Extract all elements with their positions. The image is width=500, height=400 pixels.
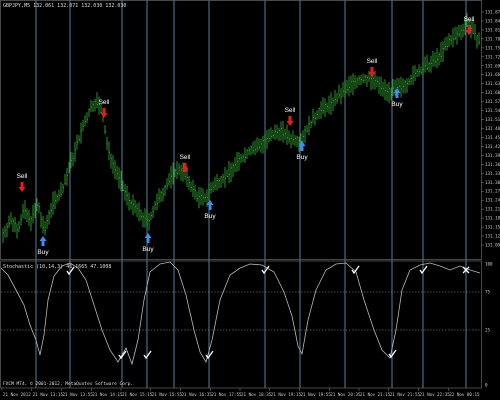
price-label: 131.330 — [485, 171, 500, 176]
price-label: 131.570 — [485, 99, 500, 104]
price-label: 131.840 — [485, 18, 500, 23]
buy-arrow-icon — [39, 236, 47, 246]
buy-label: Buy — [204, 213, 216, 220]
time-label: 22 Nov 00:15 — [449, 392, 480, 397]
sell-arrow-icon — [286, 116, 294, 126]
buy-arrow-icon — [298, 141, 306, 151]
time-label: 21 Nov 14:15 — [92, 392, 123, 397]
check-icon — [419, 265, 428, 275]
time-label: 21 Nov 15:15 — [122, 392, 153, 397]
signal-arrows: Sell Buy Sell Buy Sell Buy Sell Buy Sell Buy Sell — [17, 16, 475, 256]
time-label: 21 Nov 13:55 — [63, 392, 94, 397]
price-label: 131.660 — [485, 72, 500, 77]
price-label: 131.420 — [485, 144, 500, 149]
time-label: 21 Nov 22:35 — [420, 392, 451, 397]
price-label: 131.270 — [485, 189, 500, 194]
price-label: 131.510 — [485, 117, 500, 122]
price-label: 131.600 — [485, 90, 500, 95]
indicator-level-lines — [1, 291, 481, 331]
price-label: 131.450 — [485, 135, 500, 140]
price-label: 131.540 — [485, 108, 500, 113]
sell-arrow-icon — [18, 182, 26, 192]
sell-arrow-icon — [100, 108, 108, 118]
buy-arrow-icon — [393, 88, 401, 98]
trading-chart[interactable]: Sell Buy Sell Buy Sell Buy Sell Buy Sell BuySell … — [0, 0, 500, 400]
buy-arrow-icon — [144, 233, 152, 243]
stochastic-line — [0, 261, 481, 366]
time-label: 21 Nov 20:35 — [330, 392, 361, 397]
main-panel-frame — [0, 0, 482, 260]
indicator-header: Stochastic (10,14,3) 46.1665 47.1008 — [3, 264, 111, 270]
price-label: 131.090 — [485, 243, 500, 248]
price-label: 131.810 — [485, 27, 500, 32]
time-label: 21 Nov 2012 — [3, 392, 31, 397]
buy-arrow-icon — [206, 200, 214, 210]
price-label: 131.750 — [485, 45, 500, 50]
stochastic-level-label: 75 — [485, 290, 491, 295]
check-icon — [388, 349, 397, 359]
buy-label: Buy — [142, 246, 154, 253]
price-label: 131.240 — [485, 198, 500, 203]
price-label: 131.630 — [485, 81, 500, 86]
sell-label: Sell — [99, 99, 110, 106]
sell-label: Sell — [464, 16, 475, 23]
indicator-panel-frame — [0, 260, 482, 389]
stochastic-indicator — [0, 261, 481, 366]
sell-arrow-icon — [368, 67, 376, 77]
platform-footer: FXCM MT4, © 2001-2012, MetaQuotes Softwa… — [3, 381, 133, 387]
time-label: 21 Nov 15:55 — [152, 392, 183, 397]
buy-label: Buy — [391, 101, 403, 108]
sell-label: Sell — [285, 107, 296, 114]
main-chart-header: GBPJPY,M5 132.061 132.071 132.030 132.03… — [3, 3, 126, 9]
sell-label: Sell — [17, 173, 28, 180]
stochastic-level-label: 25 — [485, 328, 491, 333]
price-label: 131.480 — [485, 126, 500, 131]
price-label: 131.120 — [485, 234, 500, 239]
time-label: 21 Nov 17:55 — [211, 392, 242, 397]
stochastic-markers — [66, 265, 470, 360]
sell-arrow-icon — [181, 163, 189, 173]
price-label: 131.390 — [485, 153, 500, 158]
sell-label: Sell — [180, 154, 191, 161]
price-label: 131.690 — [485, 63, 500, 68]
buy-label: Buy — [296, 154, 308, 161]
sell-arrow-icon — [465, 25, 473, 35]
check-icon — [143, 350, 152, 360]
price-bars — [2, 12, 480, 244]
stochastic-level-label: 100 — [485, 262, 493, 267]
time-label: 21 Nov 16:35 — [182, 392, 213, 397]
buy-label: Buy — [37, 249, 49, 256]
price-label: 131.180 — [485, 216, 500, 221]
time-label: 21 Nov 19:55 — [301, 392, 332, 397]
price-label: 131.720 — [485, 54, 500, 59]
price-label: 131.870 — [485, 10, 500, 15]
price-label: 131.150 — [485, 225, 500, 230]
time-label: 21 Nov 18:35 — [241, 392, 272, 397]
price-label: 131.300 — [485, 180, 500, 185]
check-icon — [205, 350, 214, 360]
time-label: 21 Nov 21:55 — [390, 392, 421, 397]
stochastic-level-label: 0 — [485, 383, 488, 388]
price-label: 131.210 — [485, 207, 500, 212]
price-label: 131.780 — [485, 36, 500, 41]
time-label: 21 Nov 13:15 — [33, 392, 64, 397]
sell-label: Sell — [367, 58, 378, 65]
time-label: 21 Nov 19:15 — [271, 392, 302, 397]
time-label: 21 Nov 21:15 — [360, 392, 391, 397]
price-label: 131.360 — [485, 162, 500, 167]
